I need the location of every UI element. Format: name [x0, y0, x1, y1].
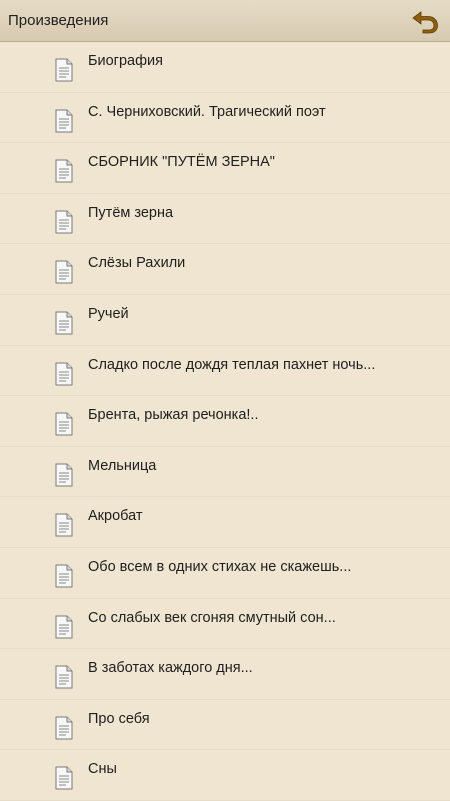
document-icon	[55, 564, 73, 588]
list-item-label: Биография	[88, 53, 163, 69]
document-icon	[55, 362, 73, 386]
list-item[interactable]: В заботах каждого дня...	[0, 649, 450, 700]
list-item[interactable]: С. Черниховский. Трагический поэт	[0, 93, 450, 144]
document-icon	[55, 766, 73, 790]
list-item[interactable]: Слёзы Рахили	[0, 244, 450, 295]
list-item[interactable]: Ручей	[0, 295, 450, 346]
list-item[interactable]: Сны	[0, 750, 450, 801]
document-icon	[55, 260, 73, 284]
list-item-label: Акробат	[88, 508, 143, 525]
document-icon	[55, 412, 73, 436]
list-item-label: Про себя	[88, 710, 150, 727]
list-item[interactable]: Обо всем в одних стихах не скажешь...	[0, 548, 450, 599]
list-item[interactable]: Со слабых век сгоняя смутный сон...	[0, 599, 450, 650]
list-item-label: В заботах каждого дня...	[88, 660, 253, 677]
list-item-label: СБОРНИК "ПУТЁМ ЗЕРНА"	[88, 154, 275, 171]
page-title: Произведения	[8, 12, 109, 29]
list-item-label: С. Черниховский. Трагический поэт	[88, 103, 326, 120]
list-item-label: Обо всем в одних стихах не скажешь...	[88, 558, 352, 575]
list-item-label: Путём зерна	[88, 204, 174, 221]
list-item-label: Слёзы Рахили	[88, 255, 186, 272]
document-icon	[55, 463, 73, 487]
document-icon	[55, 311, 73, 335]
document-icon	[55, 513, 73, 537]
list-item-label: Сладко после дождя теплая пахнет ночь...	[88, 356, 376, 373]
list-item[interactable]: Брента, рыжая речонка!..	[0, 396, 450, 447]
document-icon	[55, 716, 73, 740]
list-item[interactable]: Биография	[0, 42, 450, 93]
back-arrow-icon	[412, 11, 438, 34]
back-button[interactable]	[408, 6, 442, 36]
list-item[interactable]: Сладко после дождя теплая пахнет ночь...	[0, 346, 450, 397]
list-item-label: Со слабых век сгоняя смутный сон...	[88, 609, 336, 626]
document-icon	[55, 58, 73, 82]
list-item-label: Сны	[88, 761, 117, 778]
list-item-label: Брента, рыжая речонка!..	[88, 407, 259, 424]
works-list: Биография С. Черниховский. Трагический по…	[0, 42, 450, 801]
document-icon	[55, 159, 73, 183]
document-icon	[55, 109, 73, 133]
document-icon	[55, 665, 73, 689]
list-item-label: Ручей	[88, 305, 129, 322]
list-item-label: Мельница	[88, 457, 157, 474]
list-item[interactable]: Про себя	[0, 700, 450, 751]
list-item[interactable]: Акробат	[0, 497, 450, 548]
list-item[interactable]: Мельница	[0, 447, 450, 498]
header-bar: Произведения	[0, 0, 450, 42]
list-item[interactable]: Путём зерна	[0, 194, 450, 245]
document-icon	[55, 615, 73, 639]
document-icon	[55, 210, 73, 234]
list-item[interactable]: СБОРНИК "ПУТЁМ ЗЕРНА"	[0, 143, 450, 194]
